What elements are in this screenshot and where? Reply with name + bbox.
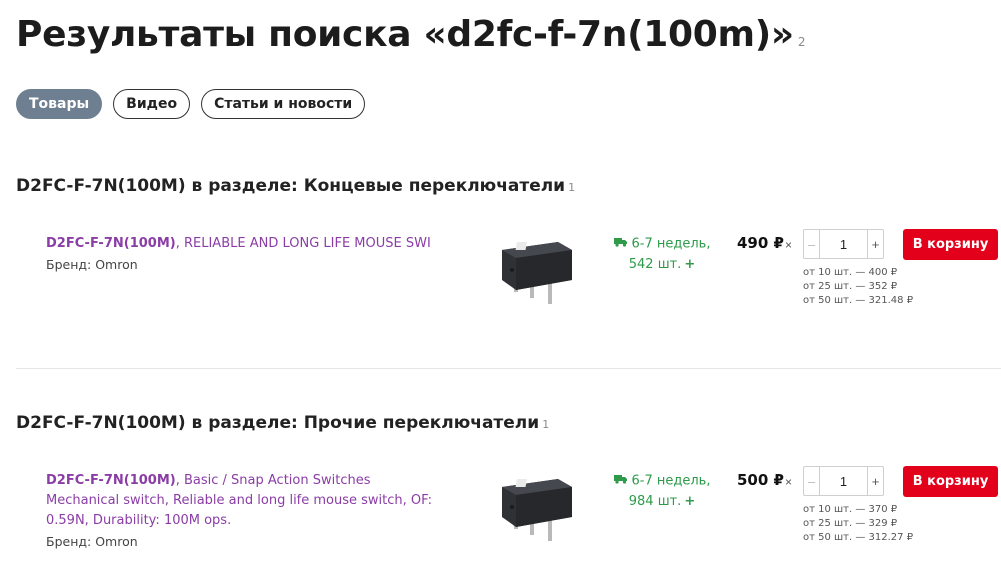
section-heading-text: D2FC-F-7N(100M) в разделе: Прочие перекл… [16,413,540,433]
quantity-input[interactable] [820,230,867,258]
stock-qty: 542 шт. [628,256,682,272]
price-tier: от 10 шт. — 370 ₽ [803,504,898,515]
product-desc-link[interactable]: , RELIABLE AND LONG LIFE MOUSE SWI [176,236,431,251]
results-count: 2 [797,35,806,49]
price-tier: от 25 шт. — 329 ₽ [803,518,898,529]
section-divider [16,368,1001,369]
price-tiers: от 10 шт. — 400 ₽ от 25 шт. — 352 ₽ от 5… [803,266,913,308]
product-description: D2FC-F-7N(100M), RELIABLE AND LONG LIFE … [46,234,446,254]
add-to-cart-button[interactable]: В корзину [903,229,998,260]
price-tier: от 10 шт. — 400 ₽ [803,267,898,278]
add-to-cart-button[interactable]: В корзину [903,466,998,497]
stock-info: 6-7 недель, 542 шт. + [612,234,712,275]
price-tier: от 25 шт. — 352 ₽ [803,281,898,292]
price-tier: от 50 шт. — 312.27 ₽ [803,532,914,543]
product-link[interactable]: D2FC-F-7N(100M) [46,473,176,488]
increase-qty-button[interactable]: + [867,467,883,495]
tab-video[interactable]: Видео [113,89,191,119]
product-brand: Бренд: Omron [46,534,138,549]
quantity-stepper: – + [803,229,884,259]
delivery-time: 6-7 недель, [631,236,711,252]
microswitch-image[interactable] [498,236,576,304]
quantity-stepper: – + [803,466,884,496]
price-tiers: от 10 шт. — 370 ₽ от 25 шт. — 329 ₽ от 5… [803,503,913,545]
page-title-text: Результаты поиска «d2fc-f-7n(100m)» [16,14,794,55]
multiply-sign: × [785,475,793,489]
product-price: 490 ₽ [737,234,784,252]
truck-icon [613,234,628,254]
section-count: 1 [542,418,550,431]
section-heading-text: D2FC-F-7N(100M) в разделе: Концевые пере… [16,176,566,196]
section-count: 1 [568,181,576,194]
decrease-qty-button[interactable]: – [804,230,820,258]
plus-icon[interactable]: + [684,257,695,272]
delivery-time: 6-7 недель, [631,473,711,489]
increase-qty-button[interactable]: + [867,230,883,258]
product-description: D2FC-F-7N(100M), Basic / Snap Action Swi… [46,471,446,531]
product-link[interactable]: D2FC-F-7N(100M) [46,236,176,251]
stock-info: 6-7 недель, 984 шт. + [612,471,712,512]
plus-icon[interactable]: + [684,494,695,509]
product-price: 500 ₽ [737,471,784,489]
price-tier: от 50 шт. — 321.48 ₽ [803,295,914,306]
microswitch-image[interactable] [498,473,576,541]
stock-qty: 984 шт. [628,493,682,509]
quantity-input[interactable] [820,467,867,495]
product-brand: Бренд: Omron [46,257,138,272]
multiply-sign: × [785,238,793,252]
search-tabs: Товары Видео Статьи и новости [16,89,366,119]
section-heading-other-switches: D2FC-F-7N(100M) в разделе: Прочие перекл… [16,413,549,433]
tab-products[interactable]: Товары [16,89,103,119]
page-title: Результаты поиска «d2fc-f-7n(100m)» 2 [16,14,806,55]
section-heading-limit-switches: D2FC-F-7N(100M) в разделе: Концевые пере… [16,176,575,196]
truck-icon [613,471,628,491]
decrease-qty-button[interactable]: – [804,467,820,495]
tab-articles-news[interactable]: Статьи и новости [201,89,366,119]
